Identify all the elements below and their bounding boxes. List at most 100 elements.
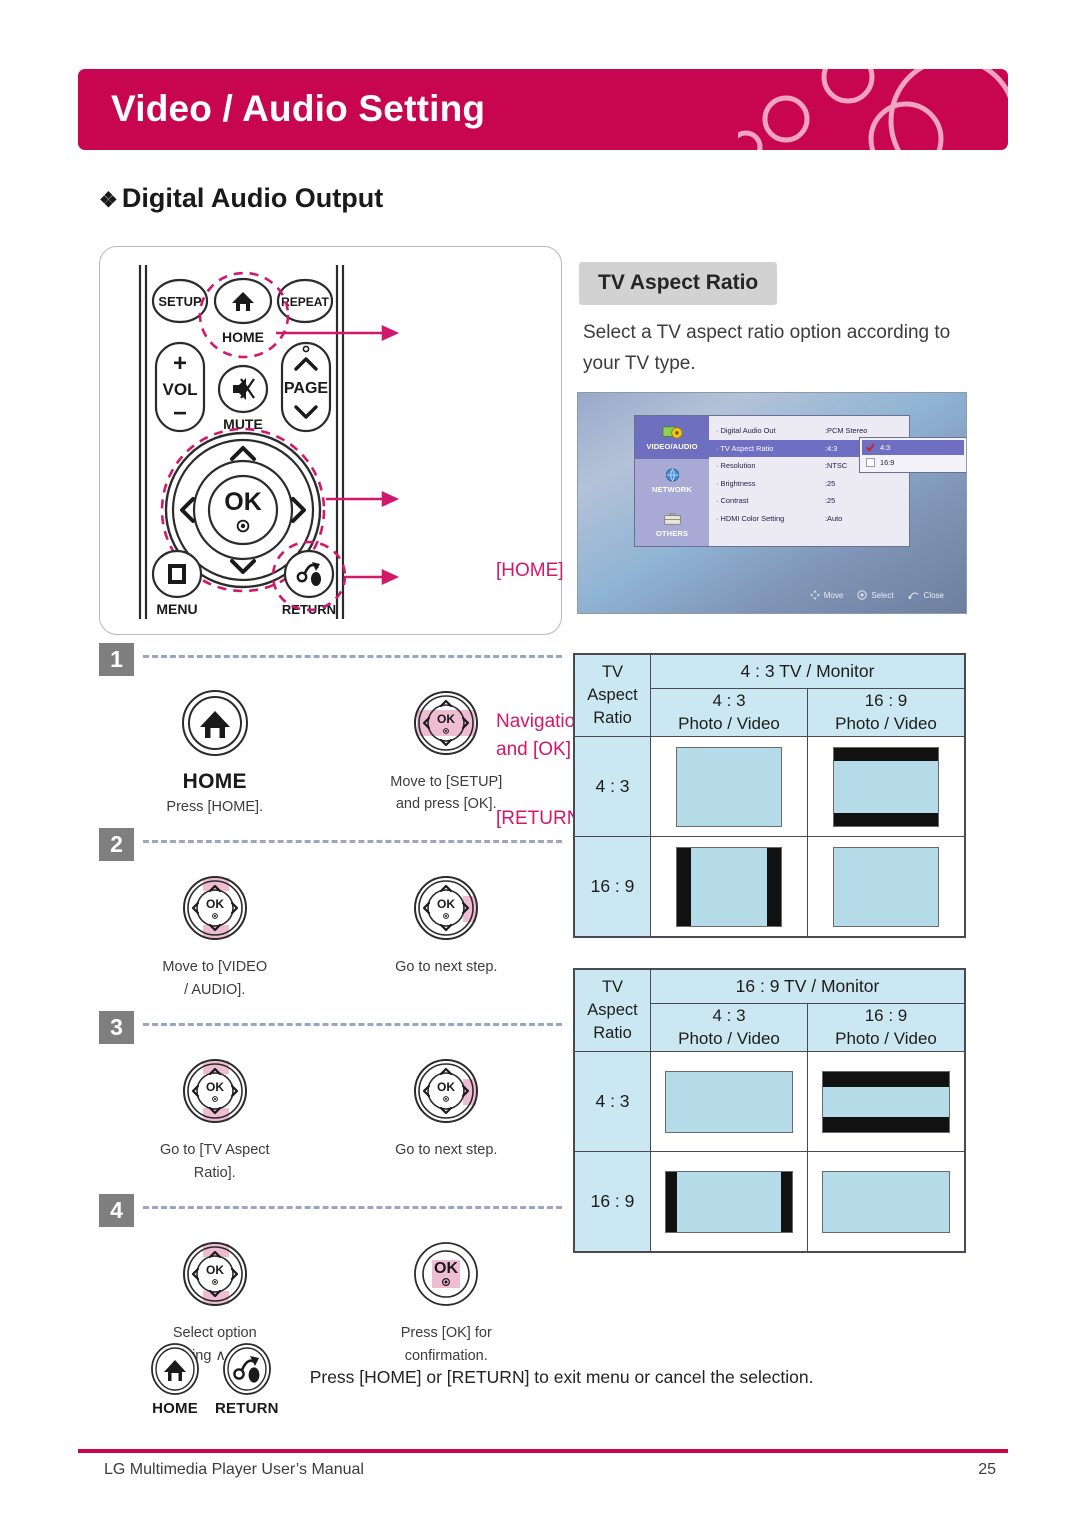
step-caption: Move to [SETUP] and press [OK]. <box>390 774 503 813</box>
table-row: 4 : 3 <box>574 1051 965 1152</box>
osd-status-label: Select <box>871 590 894 600</box>
osd-row-value: :PCM Stereo <box>825 426 868 436</box>
svg-text:OK: OK <box>434 1260 458 1277</box>
note-home-button: HOME <box>148 1341 202 1417</box>
table-corner-header: TV Aspect Ratio <box>574 969 651 1052</box>
svg-text:PAGE: PAGE <box>284 380 328 397</box>
col-kind: Photo / Video <box>835 713 937 733</box>
osd-status-move: Move <box>809 590 844 600</box>
svg-text:OK: OK <box>224 488 262 516</box>
checkbox-icon <box>866 458 875 467</box>
svg-text:OK: OK <box>437 1080 455 1094</box>
osd-sidebar-label: NETWORK <box>652 485 692 495</box>
banner-decoration-circles <box>729 69 1008 150</box>
dpad-right-icon: OK <box>403 1045 489 1137</box>
corner-line3: Ratio <box>593 708 632 727</box>
step-list: 1 HOME Press [HOME]. OK Move to [SETUP] … <box>99 643 562 1367</box>
osd-row-label: · TV Aspect Ratio <box>716 443 774 453</box>
step-caption: Go to next step. <box>395 959 498 976</box>
step-caption: Go to [TV Aspect Ratio]. <box>159 1142 270 1181</box>
table-col-header-16-9: 16 : 9 Photo / Video <box>807 1003 965 1052</box>
step-divider <box>143 655 562 658</box>
osd-popup-option-4-3: 4:3 <box>862 440 964 455</box>
step-caption: Press [HOME]. <box>166 799 264 815</box>
col-ratio: 16 : 9 <box>864 1006 908 1026</box>
osd-status-label: Close <box>923 590 944 600</box>
osd-row-label: · Contrast <box>716 496 749 506</box>
home-button-icon <box>179 677 251 769</box>
osd-popup-option-label: 16:9 <box>880 458 895 467</box>
osd-status-bar: Move Select Close <box>809 590 944 600</box>
step-divider <box>143 840 562 844</box>
manual-page: Video / Audio Setting ❖ Digital Audio Out… <box>0 0 1080 1527</box>
svg-text:OK: OK <box>206 1080 224 1094</box>
table-col-header-16-9: 16 : 9 Photo / Video <box>807 688 965 737</box>
remote-control-svg: SETUP HOME REPEAT + VOL − MUTE PAGE OK M… <box>138 265 400 619</box>
return-button-icon <box>222 1343 271 1395</box>
cell-16-9-pillarbox <box>650 1151 808 1252</box>
svg-text:OK: OK <box>437 712 455 726</box>
osd-status-select: Select <box>857 590 894 600</box>
osd-row-value: :25 <box>825 478 836 488</box>
svg-text:MUTE: MUTE <box>223 416 263 432</box>
osd-menu-list: · Digital Audio Out :PCM Stereo · TV Asp… <box>709 416 966 546</box>
step-3: 3 OK Go to [TV Aspect Ratio]. OK Go to n… <box>99 1011 562 1184</box>
tv-aspect-ratio-description: Select a TV aspect ratio option accordin… <box>583 322 951 374</box>
note-home-label: HOME <box>152 1400 198 1417</box>
footer-manual-name: LG Multimedia Player User’s Manual <box>104 1461 364 1478</box>
cell-16-9-full <box>807 1151 965 1252</box>
globe-icon <box>665 468 679 482</box>
osd-panel: VIDEO/AUDIO NETWORK OTHERS · Digital Aud… <box>634 415 966 547</box>
dpad-lr-ok-icon: OK <box>403 677 489 769</box>
step-caption: Move to [VIDEO / AUDIO]. <box>162 959 268 998</box>
row-label-16-9: 16 : 9 <box>574 836 651 937</box>
svg-text:OK: OK <box>206 1263 224 1277</box>
corner-line2: Aspect <box>587 686 638 705</box>
osd-row-value: :25 <box>825 496 836 506</box>
osd-popup-option-label: 4:3 <box>880 443 891 452</box>
cell-16-9-pillarbox <box>650 836 808 937</box>
corner-line1: TV <box>601 978 624 997</box>
osd-row-label: · Digital Audio Out <box>716 426 776 436</box>
cell-4-3-full <box>650 1051 808 1152</box>
diamond-bullet-icon: ❖ <box>99 189 118 212</box>
step-divider <box>143 1206 562 1210</box>
row-label-4-3: 4 : 3 <box>574 736 651 837</box>
home-button-label: HOME <box>182 770 247 793</box>
footer-page-number: 25 <box>978 1461 996 1478</box>
osd-screenshot: VIDEO/AUDIO NETWORK OTHERS · Digital Aud… <box>577 392 967 614</box>
row-label-16-9: 16 : 9 <box>574 1151 651 1252</box>
dpad-updown-icon: OK <box>172 862 258 954</box>
osd-row-hdmi-color-setting: · HDMI Color Setting :Auto <box>709 510 909 528</box>
step-3-left: OK Go to [TV Aspect Ratio]. <box>99 1045 331 1184</box>
step-number-badge: 3 <box>99 1011 134 1045</box>
step-number-badge: 2 <box>99 828 134 862</box>
corner-line2: Aspect <box>587 1001 638 1020</box>
osd-sidebar-label: VIDEO/AUDIO <box>646 442 698 452</box>
home-button-icon <box>151 1343 199 1395</box>
svg-text:VOL: VOL <box>163 380 198 399</box>
col-ratio: 4 : 3 <box>712 691 746 711</box>
tv-aspect-ratio-tag: TV Aspect Ratio <box>579 262 778 305</box>
svg-text:SETUP: SETUP <box>158 294 202 309</box>
footer-rule <box>78 1449 1008 1453</box>
svg-text:MENU: MENU <box>156 601 197 617</box>
osd-row-contrast: · Contrast :25 <box>709 492 909 510</box>
cell-4-3-letterbox <box>807 1051 965 1152</box>
svg-text:−: − <box>173 400 187 427</box>
dpad-icon <box>809 590 820 600</box>
osd-row-label: · HDMI Color Setting <box>716 513 785 523</box>
section-heading: ❖ Digital Audio Output <box>99 183 383 214</box>
step-2-left: OK Move to [VIDEO / AUDIO]. <box>99 862 331 1001</box>
col-kind: Photo / Video <box>678 1028 780 1048</box>
osd-status-label: Move <box>823 590 844 600</box>
dpad-updown-icon: OK <box>172 1228 258 1320</box>
corner-line3: Ratio <box>593 1023 632 1042</box>
osd-sidebar-item-network: NETWORK <box>635 459 709 502</box>
osd-row-label: · Brightness <box>716 478 756 488</box>
remote-control-diagram: SETUP HOME REPEAT + VOL − MUTE PAGE OK M… <box>99 246 644 829</box>
table-corner-header: TV Aspect Ratio <box>574 654 651 737</box>
osd-aspect-ratio-popup: 4:3 16:9 <box>859 437 966 473</box>
note-return-button: RETURN <box>215 1341 279 1417</box>
corner-line1: TV <box>601 663 624 682</box>
